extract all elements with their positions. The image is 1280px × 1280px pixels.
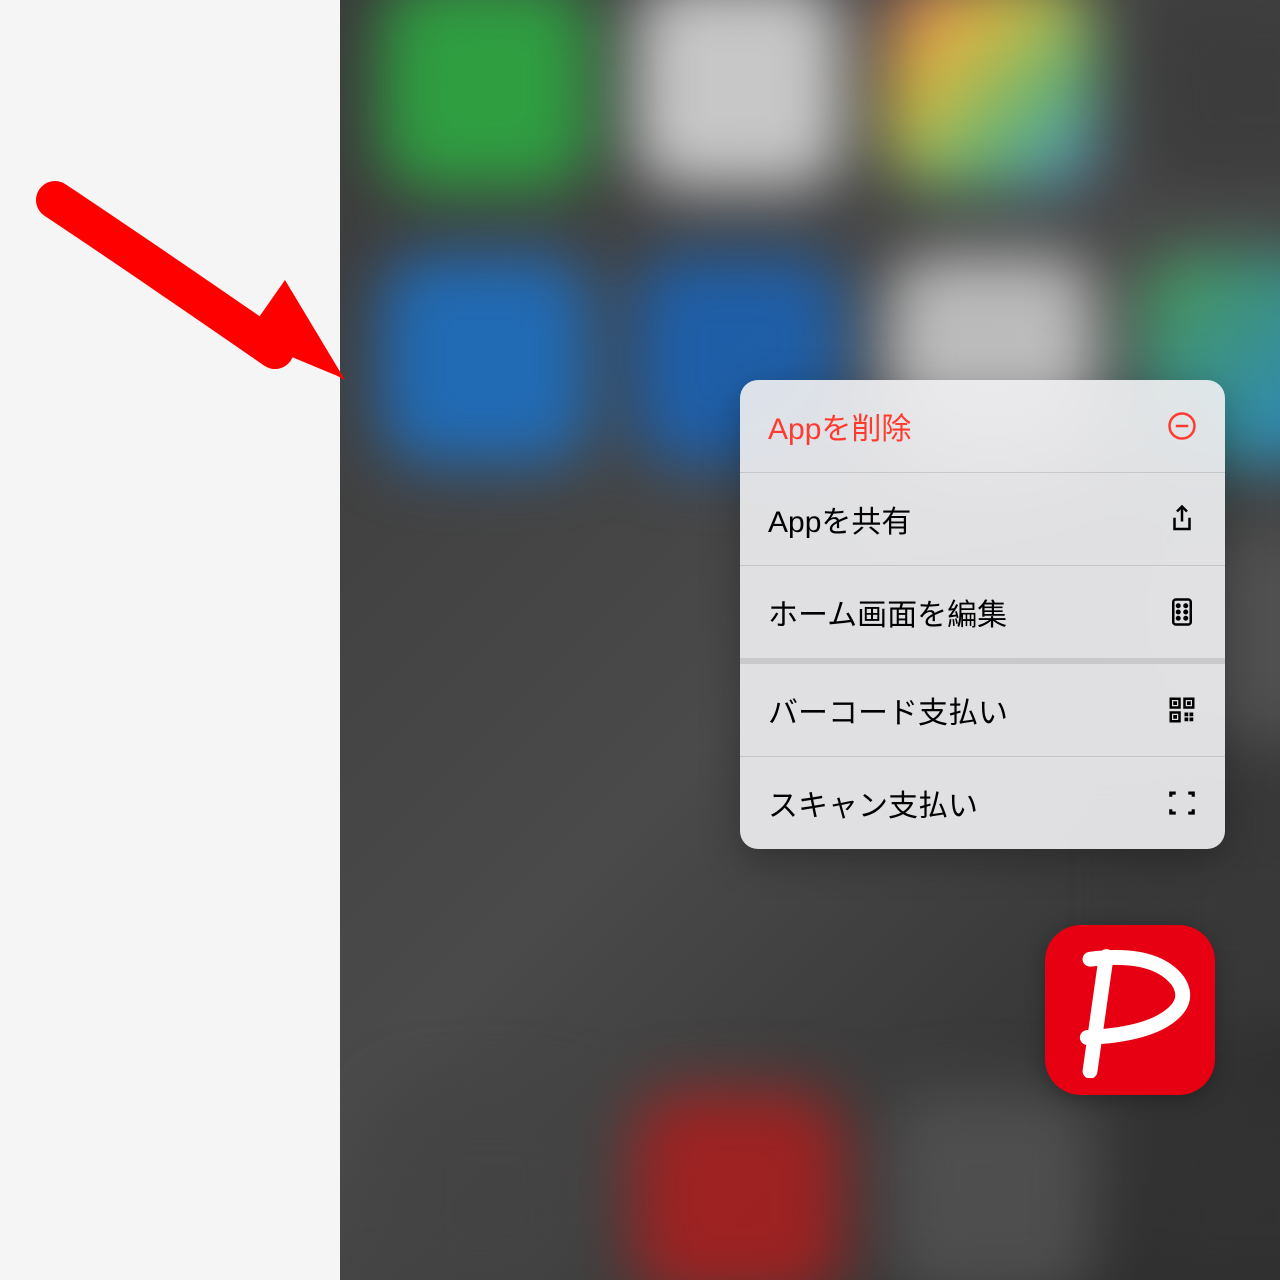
menu-item-share-app[interactable]: Appを共有 [740, 473, 1225, 566]
menu-item-label: Appを削除 [768, 404, 911, 448]
paypay-app-icon[interactable] [1045, 925, 1215, 1095]
menu-item-label: Appを共有 [768, 497, 911, 541]
app-context-menu: Appを削除 Appを共有 ホーム画面を編集 [740, 380, 1225, 849]
menu-item-delete-app[interactable]: Appを削除 [740, 380, 1225, 473]
menu-item-label: スキャン支払い [768, 781, 978, 825]
menu-item-label: バーコード支払い [768, 688, 1008, 732]
menu-item-edit-home[interactable]: ホーム画面を編集 [740, 566, 1225, 664]
red-arrow-annotation [25, 180, 355, 400]
remove-circle-icon [1167, 411, 1197, 441]
menu-item-barcode-pay[interactable]: バーコード支払い [740, 664, 1225, 757]
paypay-logo-icon [1063, 943, 1198, 1078]
share-icon [1167, 504, 1197, 534]
apps-grid-icon [1167, 597, 1197, 627]
qr-code-icon [1167, 695, 1197, 725]
menu-item-scan-pay[interactable]: スキャン支払い [740, 757, 1225, 849]
scan-icon [1167, 788, 1197, 818]
menu-item-label: ホーム画面を編集 [768, 590, 1007, 634]
home-screen-blurred: Appを削除 Appを共有 ホーム画面を編集 [340, 0, 1280, 1280]
